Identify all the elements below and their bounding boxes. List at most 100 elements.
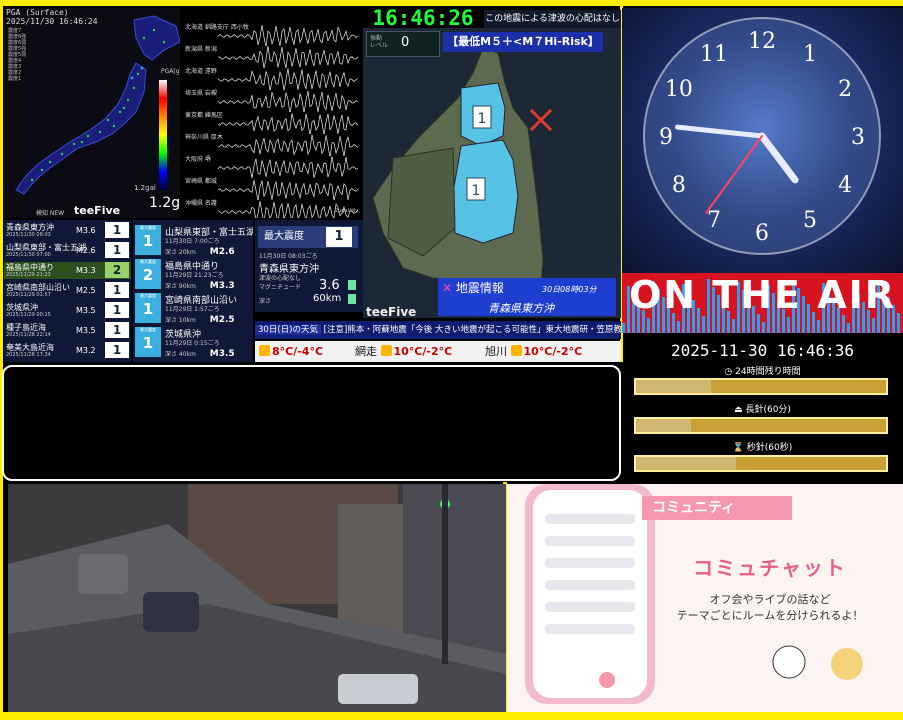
quake-list-scale: 2 bbox=[105, 262, 129, 278]
quake-list-mag: M3.5 bbox=[76, 326, 96, 335]
quake-list-panel: 青森県東方沖 2025/11/30 08:03 M3.6 1 山梨県東部・富士五湖 202… bbox=[4, 220, 131, 362]
progress-fill-second bbox=[636, 457, 736, 470]
teefive-logo: teeFive bbox=[74, 204, 121, 217]
mag-label: マグニチュード bbox=[259, 284, 302, 291]
depth-indicator bbox=[348, 294, 356, 304]
teefive-logo-2: teeFive bbox=[366, 305, 417, 319]
quake-list-scale: 1 bbox=[105, 222, 129, 238]
weather-item-1: 8°C/-4°C bbox=[259, 341, 323, 362]
weather-strip: 8°C/-4°C 網走 10°C/-2°C 旭川 10°C/-2°C bbox=[255, 341, 621, 362]
detail-date: 11月30日 7:00ごろ bbox=[165, 238, 220, 245]
eq-bar bbox=[732, 319, 735, 333]
quake-list-mag: M2.6 bbox=[76, 246, 96, 255]
progress-bar-day bbox=[634, 378, 888, 395]
clock-number: 6 bbox=[755, 221, 769, 246]
clock-number: 2 bbox=[838, 77, 852, 102]
clock-number: 10 bbox=[665, 77, 693, 102]
waveform-label: 北海道 釧路支庁 西小牧 bbox=[185, 24, 249, 31]
eq-bar bbox=[817, 320, 820, 333]
promo-title: コミュチャット bbox=[693, 556, 847, 580]
quake-list-time: 2025/11/28 22:14 bbox=[6, 332, 51, 338]
waveform-label: 新潟県 新潟 bbox=[185, 46, 217, 53]
quake-list-mag: M3.3 bbox=[76, 266, 96, 275]
waveform-label: 宮崎県 都城 bbox=[185, 178, 217, 185]
quake-detail-item[interactable]: 最大震度 1 山梨県東部・富士五湖 11月30日 7:00ごろ 深さ 20km M2.6 bbox=[133, 222, 253, 260]
quake-list-item[interactable]: 山梨県東部・富士五湖 2025/11/30 07:00 M2.6 1 bbox=[4, 242, 131, 259]
tohoku-map: 1 1 bbox=[372, 47, 553, 297]
timer-icon: ⏏ bbox=[734, 405, 743, 415]
quake-list-time: 2025/11/28 17:34 bbox=[6, 352, 51, 358]
vibration-level-value: 0 bbox=[401, 35, 410, 50]
progress-bar-second bbox=[634, 455, 888, 472]
quake-list-scale: 1 bbox=[105, 302, 129, 318]
eq-bar bbox=[622, 323, 625, 333]
analog-clock: 12 12 3 45 6 78 9 10 11 bbox=[643, 17, 881, 255]
clock-number: 5 bbox=[803, 208, 817, 233]
max-date: 11月30日 08:03ごろ bbox=[259, 253, 318, 260]
quake-detail-item[interactable]: 最大震度 1 茨城県沖 11月29日 0:15ごろ 深さ 40km M3.5 bbox=[133, 324, 253, 362]
sun-icon bbox=[380, 345, 392, 356]
waveform-label: 埼玉県 岩槻 bbox=[185, 90, 217, 97]
eq-bar bbox=[702, 316, 705, 333]
analog-clock-panel: 12 1 2 3 4 5 6 7 8 9 10 11 bbox=[622, 8, 903, 273]
intensity-badge: 最大震度 1 bbox=[135, 327, 161, 357]
tsunami-notice: この地震による津波の心配はなし bbox=[484, 10, 621, 28]
clock-number: 8 bbox=[672, 173, 686, 198]
clock-icon: ◷ bbox=[724, 367, 733, 377]
quake-list-mag: M2.5 bbox=[76, 286, 96, 295]
weather-item-2: 網走 10°C/-2°C bbox=[355, 345, 453, 358]
quake-map-panel: 1 1 bbox=[363, 28, 621, 318]
quake-list-time: 2025/11/30 07:00 bbox=[6, 252, 51, 258]
clock-number: 12 bbox=[748, 29, 776, 54]
detail-date: 11月29日 21:23ごろ bbox=[165, 272, 224, 279]
street-scene bbox=[8, 484, 506, 712]
promo-description: オフ会やライブの話など テーマごとにルームを分けられるよ！ bbox=[676, 593, 864, 622]
progress-fill-minute bbox=[636, 419, 691, 432]
quake-list-time: 2025/11/29 21:23 bbox=[6, 272, 51, 278]
quake-info-time: 30日08時03分 bbox=[542, 285, 597, 294]
pga-color-scale bbox=[159, 80, 167, 190]
weather-item-3: 旭川 10°C/-2°C bbox=[485, 345, 583, 358]
quake-list-time: 2025/11/29 01:57 bbox=[6, 292, 51, 298]
quake-detail-item[interactable]: 最大震度 2 福島県中通り 11月29日 21:23ごろ 深さ 90km M3.3 bbox=[133, 256, 253, 294]
eq-bar bbox=[787, 317, 790, 333]
intensity-marker-a: 1 bbox=[478, 111, 487, 127]
waveform-panel: 北海道 釧路支庁 西小牧 新潟県 新潟 北海道 遠野 埼玉県 岩槻 東京都 練馬区 神奈川… bbox=[180, 8, 363, 218]
risk-banner: 【最低M５＋<M７Hi-Risk】 bbox=[443, 32, 603, 52]
detail-depth: 深さ 40km M3.5 bbox=[165, 349, 235, 359]
max-tsunami: 津波の心配なし bbox=[259, 275, 302, 282]
clock-number: 1 bbox=[803, 42, 817, 67]
progress-label-second: ⌛ 秒針(60秒) bbox=[732, 443, 793, 453]
clock-number: 9 bbox=[659, 125, 673, 150]
quake-list-scale: 1 bbox=[105, 242, 129, 258]
intensity-marker-b: 1 bbox=[472, 183, 481, 199]
clock-number: 3 bbox=[851, 125, 865, 150]
quake-list-time: 2025/11/30 08:03 bbox=[6, 232, 51, 238]
eq-bar bbox=[762, 322, 765, 333]
digital-clock: 16:46:26 bbox=[363, 6, 483, 30]
depth-label: 深さ bbox=[259, 298, 272, 305]
quake-list-mag: M3.5 bbox=[76, 306, 96, 315]
quake-list-item[interactable]: 福島県中通り 2025/11/29 21:23 M3.3 2 bbox=[4, 262, 131, 279]
quake-list-item[interactable]: 青森県東方沖 2025/11/30 08:03 M3.6 1 bbox=[4, 222, 131, 239]
frame-left bbox=[0, 0, 3, 720]
quake-list-item[interactable]: 種子島近海 2025/11/28 22:14 M3.5 1 bbox=[4, 322, 131, 339]
quake-detail-item[interactable]: 最大震度 1 宮崎県南部山沿い 11月29日 1:57ごろ 深さ 10km M2.5 bbox=[133, 290, 253, 328]
quake-list-item[interactable]: 茨城県沖 2025/11/29 00:15 M3.5 1 bbox=[4, 302, 131, 319]
quake-list-item[interactable]: 宮崎県南部山沿い 2025/11/29 01:57 M2.5 1 bbox=[4, 282, 131, 299]
low-gal-label: 1.2gal bbox=[134, 184, 156, 192]
cross-icon: ✕ bbox=[442, 281, 453, 295]
depth-value: 60km bbox=[313, 293, 342, 304]
waveform-label: 東京都 練馬区 bbox=[185, 112, 223, 119]
waveform-label: 大阪府 堺 bbox=[185, 156, 211, 163]
max-intensity-value: 1 bbox=[326, 227, 352, 247]
quake-list-mag: M3.6 bbox=[76, 226, 96, 235]
eq-bar bbox=[677, 321, 680, 333]
datetime-readout: 2025-11-30 16:46:36 bbox=[670, 341, 855, 360]
waveform-unit: 2μgal/div bbox=[335, 208, 359, 214]
quake-list-item[interactable]: 奄美大島近海 2025/11/28 17:34 M3.2 1 bbox=[4, 342, 131, 359]
hourglass-icon: ⌛ bbox=[732, 443, 744, 453]
eq-bar bbox=[647, 318, 650, 333]
quake-info-title: 地震情報 bbox=[455, 281, 504, 295]
onair-label: ON THE AIR bbox=[628, 273, 897, 317]
